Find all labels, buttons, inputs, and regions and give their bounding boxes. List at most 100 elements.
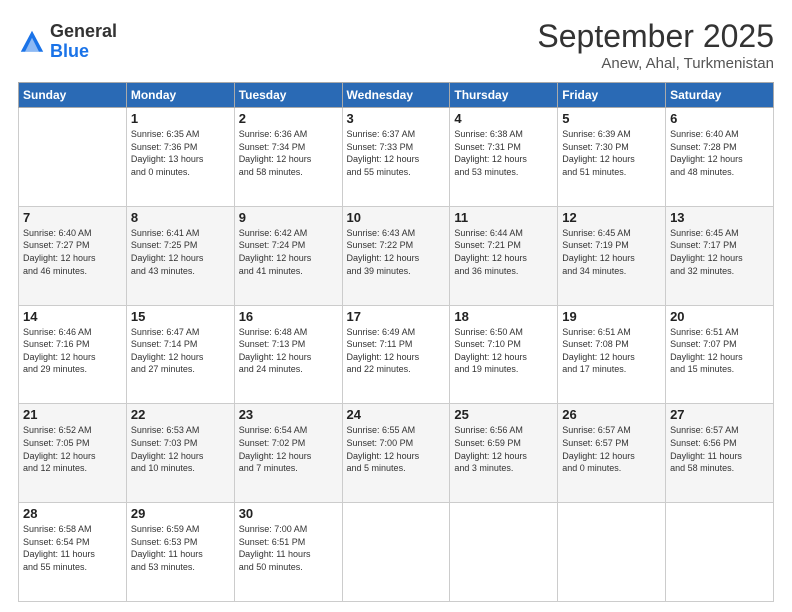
calendar-cell: 20 Sunrise: 6:51 AM Sunset: 7:07 PM Dayli… (666, 305, 774, 404)
calendar-cell: 7Sunrise: 6:40 AM Sunset: 7:27 PM Daylig… (19, 206, 127, 305)
calendar-cell: 18Sunrise: 6:50 AM Sunset: 7:10 PM Dayli… (450, 305, 558, 404)
day-info: Sunrise: 6:39 AM Sunset: 7:30 PM Dayligh… (562, 128, 661, 178)
calendar-cell (342, 503, 450, 602)
day-info: Sunrise: 6:52 AM Sunset: 7:05 PM Dayligh… (23, 424, 122, 474)
calendar-cell: 9Sunrise: 6:42 AM Sunset: 7:24 PM Daylig… (234, 206, 342, 305)
calendar-week-1: 7Sunrise: 6:40 AM Sunset: 7:27 PM Daylig… (19, 206, 774, 305)
day-number: 27 (670, 407, 769, 422)
calendar-cell: 16 Sunrise: 6:48 AM Sunset: 7:13 PM Dayli… (234, 305, 342, 404)
day-info: Sunrise: 6:49 AM Sunset: 7:11 PM Dayligh… (347, 326, 446, 376)
page: General Blue September 2025 Anew, Ahal, … (0, 0, 792, 612)
day-info: Sunrise: 6:47 AM Sunset: 7:14 PM Dayligh… (131, 326, 230, 376)
day-number: 26 (562, 407, 661, 422)
day-number: 20 (670, 309, 769, 324)
day-number: 30 (239, 506, 338, 521)
calendar-cell (666, 503, 774, 602)
day-info: Sunrise: 6:48 AM Sunset: 7:13 PM Dayligh… (239, 326, 338, 376)
calendar-cell (558, 503, 666, 602)
day-number: 28 (23, 506, 122, 521)
col-header-tuesday: Tuesday (234, 83, 342, 108)
day-number: 29 (131, 506, 230, 521)
calendar-cell: 25 Sunrise: 6:56 AM Sunset: 6:59 PM Dayli… (450, 404, 558, 503)
header: General Blue September 2025 Anew, Ahal, … (18, 18, 774, 72)
day-number: 19 (562, 309, 661, 324)
month-title: September 2025 (537, 18, 774, 55)
calendar-cell: 2 Sunrise: 6:36 AM Sunset: 7:34 PM Daylig… (234, 108, 342, 207)
day-number: 17 (347, 309, 446, 324)
calendar-cell: 14 Sunrise: 6:46 AM Sunset: 7:16 PM Dayli… (19, 305, 127, 404)
day-number: 12 (562, 210, 661, 225)
day-number: 1 (131, 111, 230, 126)
calendar-cell: 26Sunrise: 6:57 AM Sunset: 6:57 PM Dayli… (558, 404, 666, 503)
day-info: Sunrise: 6:54 AM Sunset: 7:02 PM Dayligh… (239, 424, 338, 474)
col-header-monday: Monday (126, 83, 234, 108)
calendar-week-4: 28 Sunrise: 6:58 AM Sunset: 6:54 PM Dayli… (19, 503, 774, 602)
day-number: 8 (131, 210, 230, 225)
calendar-cell: 11 Sunrise: 6:44 AM Sunset: 7:21 PM Dayli… (450, 206, 558, 305)
day-info: Sunrise: 6:58 AM Sunset: 6:54 PM Dayligh… (23, 523, 122, 573)
calendar-cell: 28 Sunrise: 6:58 AM Sunset: 6:54 PM Dayli… (19, 503, 127, 602)
calendar-cell (19, 108, 127, 207)
calendar-cell: 13 Sunrise: 6:45 AM Sunset: 7:17 PM Dayli… (666, 206, 774, 305)
col-header-friday: Friday (558, 83, 666, 108)
calendar-cell: 5 Sunrise: 6:39 AM Sunset: 7:30 PM Daylig… (558, 108, 666, 207)
day-number: 6 (670, 111, 769, 126)
col-header-thursday: Thursday (450, 83, 558, 108)
day-info: Sunrise: 6:51 AM Sunset: 7:07 PM Dayligh… (670, 326, 769, 376)
day-info: Sunrise: 6:36 AM Sunset: 7:34 PM Dayligh… (239, 128, 338, 178)
location-title: Anew, Ahal, Turkmenistan (537, 55, 774, 72)
day-number: 13 (670, 210, 769, 225)
title-block: September 2025 Anew, Ahal, Turkmenistan (537, 18, 774, 72)
calendar-cell: 10 Sunrise: 6:43 AM Sunset: 7:22 PM Dayli… (342, 206, 450, 305)
calendar-cell: 8Sunrise: 6:41 AM Sunset: 7:25 PM Daylig… (126, 206, 234, 305)
day-number: 11 (454, 210, 553, 225)
day-info: Sunrise: 6:38 AM Sunset: 7:31 PM Dayligh… (454, 128, 553, 178)
day-number: 4 (454, 111, 553, 126)
day-number: 24 (347, 407, 446, 422)
day-info: Sunrise: 6:53 AM Sunset: 7:03 PM Dayligh… (131, 424, 230, 474)
calendar-cell: 1 Sunrise: 6:35 AM Sunset: 7:36 PM Daylig… (126, 108, 234, 207)
day-number: 2 (239, 111, 338, 126)
calendar-week-3: 21Sunrise: 6:52 AM Sunset: 7:05 PM Dayli… (19, 404, 774, 503)
day-info: Sunrise: 6:40 AM Sunset: 7:28 PM Dayligh… (670, 128, 769, 178)
calendar-cell: 23Sunrise: 6:54 AM Sunset: 7:02 PM Dayli… (234, 404, 342, 503)
day-info: Sunrise: 6:40 AM Sunset: 7:27 PM Dayligh… (23, 227, 122, 277)
day-number: 16 (239, 309, 338, 324)
day-info: Sunrise: 6:45 AM Sunset: 7:17 PM Dayligh… (670, 227, 769, 277)
calendar-cell: 19Sunrise: 6:51 AM Sunset: 7:08 PM Dayli… (558, 305, 666, 404)
day-info: Sunrise: 6:37 AM Sunset: 7:33 PM Dayligh… (347, 128, 446, 178)
day-info: Sunrise: 6:35 AM Sunset: 7:36 PM Dayligh… (131, 128, 230, 178)
calendar-week-0: 1 Sunrise: 6:35 AM Sunset: 7:36 PM Daylig… (19, 108, 774, 207)
logo-text: General Blue (50, 22, 117, 62)
day-info: Sunrise: 6:42 AM Sunset: 7:24 PM Dayligh… (239, 227, 338, 277)
calendar-table: SundayMondayTuesdayWednesdayThursdayFrid… (18, 82, 774, 602)
day-info: Sunrise: 6:45 AM Sunset: 7:19 PM Dayligh… (562, 227, 661, 277)
day-number: 25 (454, 407, 553, 422)
day-number: 14 (23, 309, 122, 324)
calendar-cell: 24Sunrise: 6:55 AM Sunset: 7:00 PM Dayli… (342, 404, 450, 503)
logo-blue: Blue (50, 42, 117, 62)
day-number: 10 (347, 210, 446, 225)
day-info: Sunrise: 6:59 AM Sunset: 6:53 PM Dayligh… (131, 523, 230, 573)
day-info: Sunrise: 6:57 AM Sunset: 6:56 PM Dayligh… (670, 424, 769, 474)
day-info: Sunrise: 6:56 AM Sunset: 6:59 PM Dayligh… (454, 424, 553, 474)
calendar-cell (450, 503, 558, 602)
logo: General Blue (18, 22, 117, 62)
calendar-cell: 6 Sunrise: 6:40 AM Sunset: 7:28 PM Daylig… (666, 108, 774, 207)
calendar-cell: 22Sunrise: 6:53 AM Sunset: 7:03 PM Dayli… (126, 404, 234, 503)
col-header-sunday: Sunday (19, 83, 127, 108)
calendar-cell: 27 Sunrise: 6:57 AM Sunset: 6:56 PM Dayli… (666, 404, 774, 503)
day-number: 18 (454, 309, 553, 324)
day-info: Sunrise: 6:46 AM Sunset: 7:16 PM Dayligh… (23, 326, 122, 376)
calendar-cell: 21Sunrise: 6:52 AM Sunset: 7:05 PM Dayli… (19, 404, 127, 503)
day-info: Sunrise: 6:44 AM Sunset: 7:21 PM Dayligh… (454, 227, 553, 277)
logo-icon (18, 28, 46, 56)
calendar-cell: 3Sunrise: 6:37 AM Sunset: 7:33 PM Daylig… (342, 108, 450, 207)
day-info: Sunrise: 6:43 AM Sunset: 7:22 PM Dayligh… (347, 227, 446, 277)
calendar-cell: 15Sunrise: 6:47 AM Sunset: 7:14 PM Dayli… (126, 305, 234, 404)
calendar-header-row: SundayMondayTuesdayWednesdayThursdayFrid… (19, 83, 774, 108)
calendar-cell: 12 Sunrise: 6:45 AM Sunset: 7:19 PM Dayli… (558, 206, 666, 305)
day-info: Sunrise: 7:00 AM Sunset: 6:51 PM Dayligh… (239, 523, 338, 573)
calendar-cell: 30 Sunrise: 7:00 AM Sunset: 6:51 PM Dayli… (234, 503, 342, 602)
day-number: 5 (562, 111, 661, 126)
